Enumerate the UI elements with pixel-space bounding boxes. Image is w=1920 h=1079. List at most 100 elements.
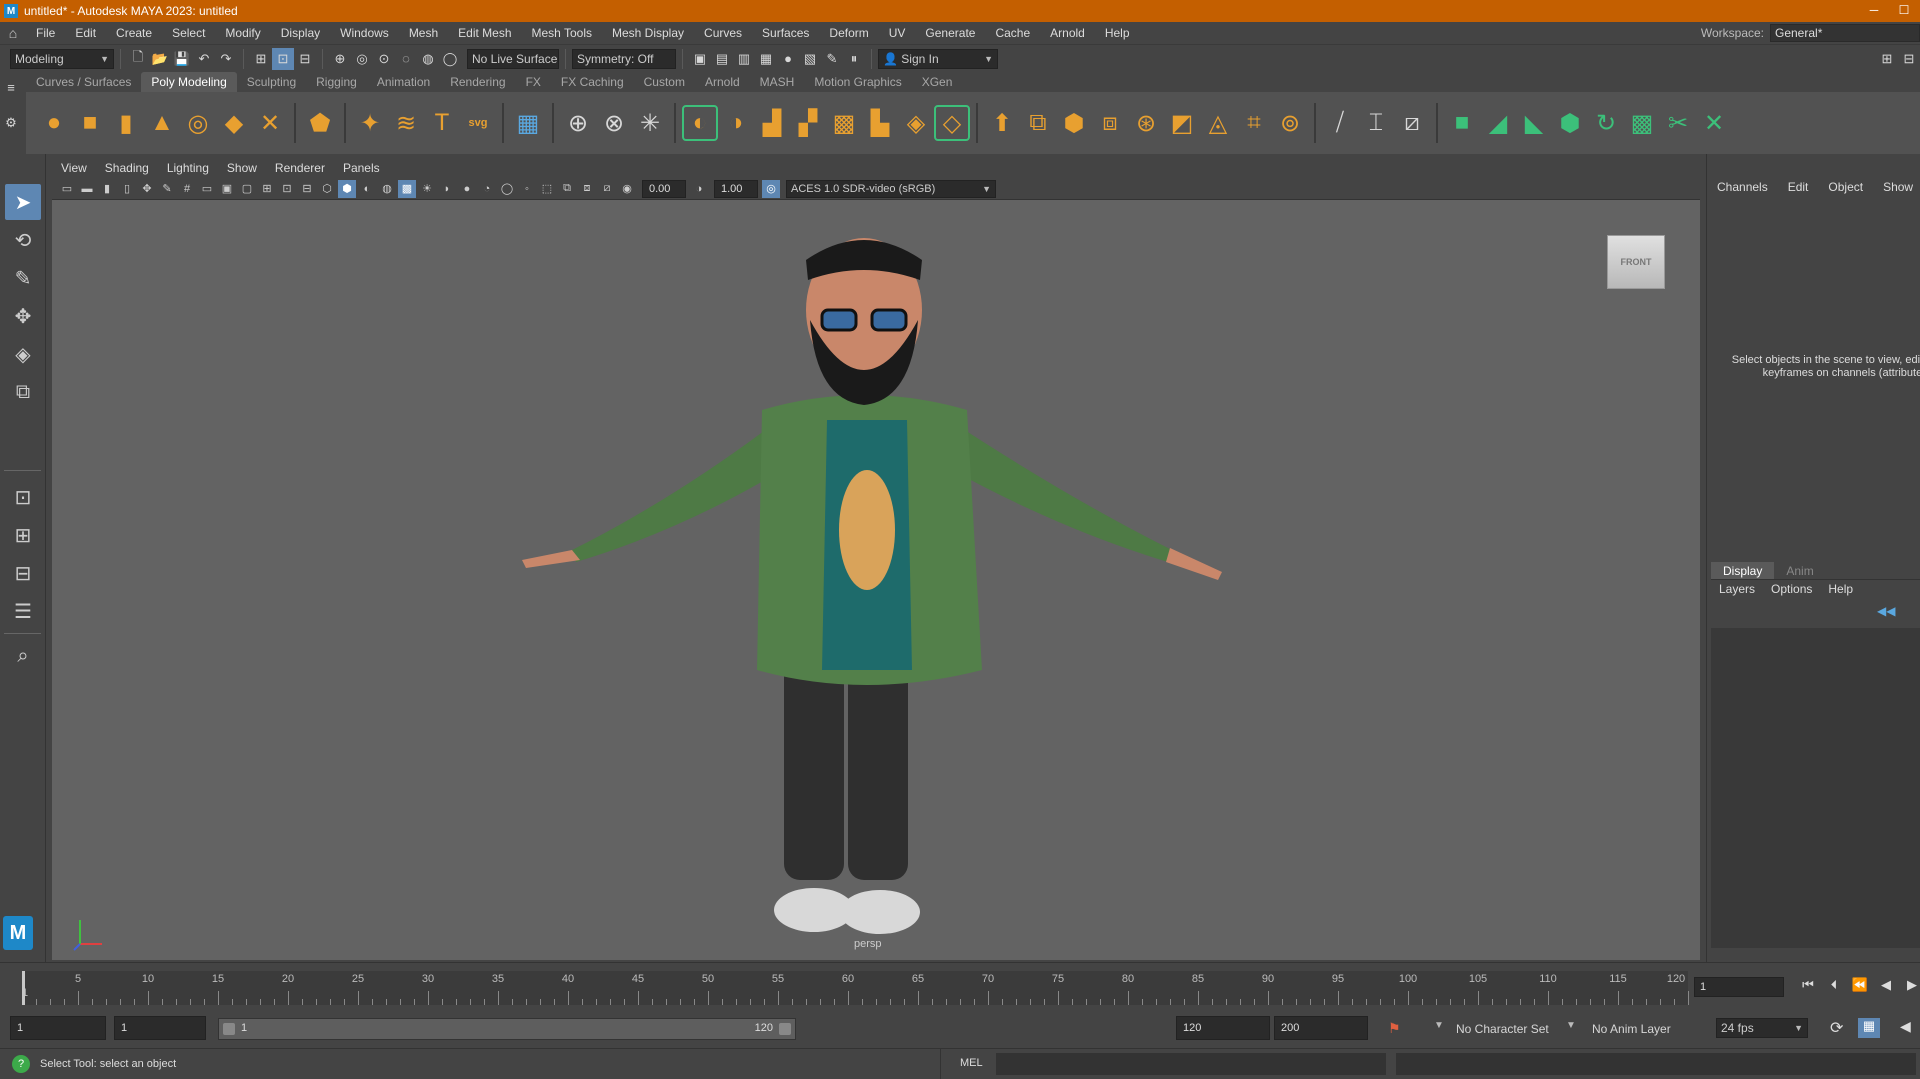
svg-tool-icon[interactable]: svg — [460, 105, 496, 141]
hypershade-icon[interactable]: ● — [777, 48, 799, 70]
modeling-toolkit-icon[interactable]: ⊞ — [1876, 48, 1898, 70]
grid-icon[interactable]: # — [178, 180, 196, 198]
redo-icon[interactable]: ↷ — [215, 48, 237, 70]
channel-menu-show[interactable]: Show — [1883, 180, 1913, 194]
bookmark-icon[interactable]: ▮ — [98, 180, 116, 198]
render-setup-icon[interactable]: ▧ — [799, 48, 821, 70]
shelf-tab-xgen[interactable]: XGen — [912, 72, 963, 92]
move-tool-icon[interactable]: ✥ — [5, 298, 41, 334]
panel-menu-renderer[interactable]: Renderer — [266, 161, 334, 175]
scale-tool-icon[interactable]: ⧉ — [5, 374, 41, 410]
layer-menu-layers[interactable]: Layers — [1719, 582, 1755, 596]
layout-uv-icon[interactable]: ▩ — [1624, 105, 1660, 141]
sign-in-button[interactable]: 👤 Sign In ▼ — [878, 48, 998, 69]
shelf-tab-fx[interactable]: FX — [516, 72, 551, 92]
xray-components-icon[interactable]: ⧄ — [598, 180, 616, 198]
circularize-icon[interactable]: ⊛ — [1128, 105, 1164, 141]
snap-view-icon[interactable]: ◌ — [395, 48, 417, 70]
wireframe-on-shaded-icon[interactable]: ◍ — [378, 180, 396, 198]
snap-surface-icon[interactable]: ◍ — [417, 48, 439, 70]
uv-editor-icon[interactable]: ▦ — [510, 105, 546, 141]
search-icon[interactable]: ⌕ — [5, 638, 41, 674]
super-shape-icon[interactable]: ✦ — [352, 105, 388, 141]
film-gate-icon[interactable]: ▭ — [198, 180, 216, 198]
range-start-handle[interactable] — [223, 1023, 235, 1035]
shelf-tab-rigging[interactable]: Rigging — [306, 72, 367, 92]
cut-uv-icon[interactable]: ✂ — [1660, 105, 1696, 141]
ipr-render-icon[interactable]: ▥ — [733, 48, 755, 70]
menu-help[interactable]: Help — [1095, 26, 1140, 40]
snap-point-icon[interactable]: ⊙ — [373, 48, 395, 70]
xray-joints-icon[interactable]: ⧈ — [578, 180, 596, 198]
multi-cut-icon[interactable]: ⌗ — [1236, 105, 1272, 141]
menu-windows[interactable]: Windows — [330, 26, 399, 40]
go-to-start-icon[interactable]: ⏮ — [1795, 977, 1821, 993]
insert-edge-icon[interactable]: ⌶ — [1358, 105, 1394, 141]
shelf-tab-mash[interactable]: MASH — [750, 72, 805, 92]
symmetry-dropdown[interactable]: Symmetry: Off — [572, 48, 676, 69]
open-scene-icon[interactable]: 📂 — [149, 48, 171, 70]
2d-pan-icon[interactable]: ✥ — [138, 180, 156, 198]
select-hierarchy-icon[interactable]: ⊞ — [250, 48, 272, 70]
exposure-field[interactable]: 0.00 — [642, 179, 686, 198]
color-management-icon[interactable]: ◎ — [762, 179, 780, 198]
menu-display[interactable]: Display — [271, 26, 330, 40]
menu-curves[interactable]: Curves — [694, 26, 752, 40]
remesh-icon[interactable]: ◈ — [898, 105, 934, 141]
poly-cube-icon[interactable]: ■ — [72, 105, 108, 141]
shelf-tab-arnold[interactable]: Arnold — [695, 72, 750, 92]
menu-arnold[interactable]: Arnold — [1040, 26, 1095, 40]
lasso-tool-icon[interactable]: ⟲ — [5, 222, 41, 258]
combine-icon[interactable]: ◐ — [682, 105, 718, 141]
auto-uv-icon[interactable]: ⬢ — [1552, 105, 1588, 141]
shelf-settings-icon[interactable]: ⚙ — [0, 112, 22, 134]
shelf-tab-curves-surfaces[interactable]: Curves / Surfaces — [26, 72, 141, 92]
playback-end-field[interactable]: 120 — [1176, 1016, 1270, 1040]
anti-aliasing-icon[interactable]: ◯ — [498, 180, 516, 198]
layer-menu-options[interactable]: Options — [1771, 582, 1812, 596]
menu-mesh[interactable]: Mesh — [399, 26, 448, 40]
grease-pencil-icon[interactable]: ✎ — [158, 180, 176, 198]
camera-icon[interactable]: ▭ — [58, 180, 76, 198]
textured-icon[interactable]: ▩ — [398, 179, 416, 198]
platonic-solid-icon[interactable]: ⬟ — [302, 105, 338, 141]
image-plane-icon[interactable]: ▯ — [118, 180, 136, 198]
menu-modify[interactable]: Modify — [215, 26, 270, 40]
shelf-tab-poly-modeling[interactable]: Poly Modeling — [141, 72, 237, 92]
safe-action-icon[interactable]: ⊡ — [278, 180, 296, 198]
anim-layer-dropdown[interactable]: No Anim Layer — [1592, 1022, 1671, 1036]
layer-tab-display[interactable]: Display — [1711, 562, 1775, 579]
command-input[interactable] — [996, 1053, 1386, 1075]
new-layer-icon[interactable]: ◀◀ — [1877, 604, 1895, 618]
bool-icon[interactable]: ⧈ — [1092, 105, 1128, 141]
script-language-toggle[interactable]: MEL — [960, 1057, 983, 1069]
gate-mask-icon[interactable]: ▢ — [238, 180, 256, 198]
menu-file[interactable]: File — [26, 26, 65, 40]
snap-curve-icon[interactable]: ◎ — [351, 48, 373, 70]
save-scene-icon[interactable]: 💾 — [171, 48, 193, 70]
light-editor-icon[interactable]: ✎ — [821, 48, 843, 70]
depth-of-field-icon[interactable]: ◦ — [518, 180, 536, 198]
shelf-tab-motion-graphics[interactable]: Motion Graphics — [804, 72, 911, 92]
playback-start-field[interactable]: 1 — [114, 1016, 206, 1040]
channel-menu-channels[interactable]: Channels — [1717, 180, 1768, 194]
render-view-icon[interactable]: ▣ — [689, 48, 711, 70]
chevron-down-icon[interactable]: ▼ — [1566, 1020, 1576, 1031]
isolate-select-icon[interactable]: ⬚ — [538, 180, 556, 198]
unfold-uv-icon[interactable]: ↻ — [1588, 105, 1624, 141]
separate-icon[interactable]: ◑ — [718, 105, 754, 141]
menu-surfaces[interactable]: Surfaces — [752, 26, 819, 40]
channel-menu-object[interactable]: Object — [1828, 180, 1863, 194]
field-chart-icon[interactable]: ⊞ — [258, 180, 276, 198]
sweep-mesh-icon[interactable]: ≋ — [388, 105, 424, 141]
channel-menu-edit[interactable]: Edit — [1788, 180, 1809, 194]
menu-create[interactable]: Create — [106, 26, 162, 40]
select-component-icon[interactable]: ⊟ — [294, 48, 316, 70]
reset-transform-icon[interactable]: ✳ — [632, 105, 668, 141]
poly-torus-icon[interactable]: ◎ — [180, 105, 216, 141]
perspective-viewport[interactable]: FRONT persp — [52, 200, 1700, 960]
restore-button[interactable]: ☐ — [1892, 0, 1916, 22]
sew-uv-icon[interactable]: ✕ — [1696, 105, 1732, 141]
camera-attributes-icon[interactable]: ▬ — [78, 180, 96, 198]
fill-hole-icon[interactable]: ◬ — [1200, 105, 1236, 141]
